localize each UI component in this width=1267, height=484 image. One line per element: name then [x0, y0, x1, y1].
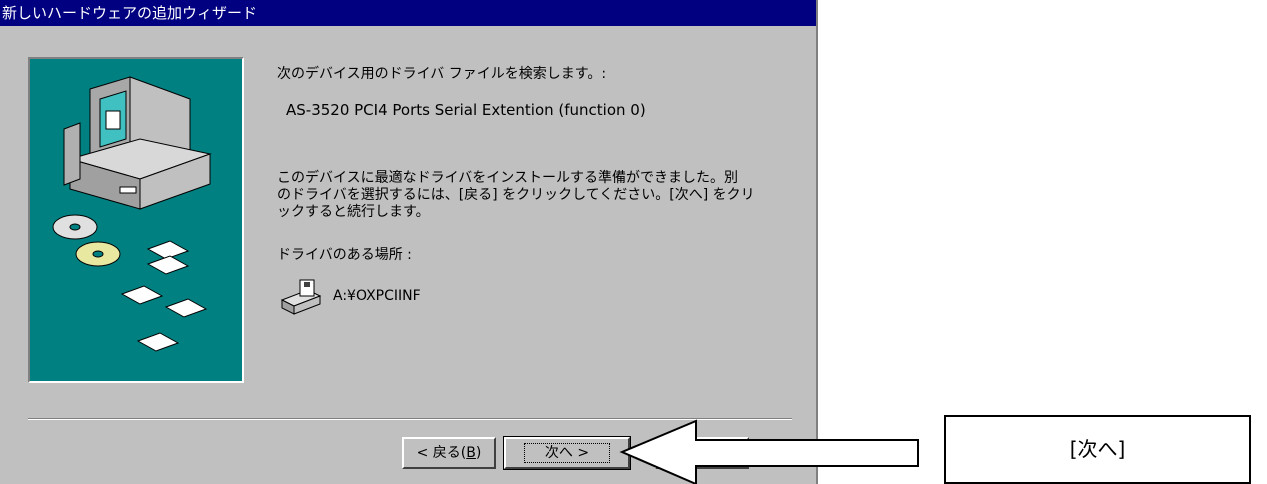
next-callout-label: [次へ] [944, 415, 1251, 484]
left-pointing-arrow-icon [619, 419, 919, 484]
